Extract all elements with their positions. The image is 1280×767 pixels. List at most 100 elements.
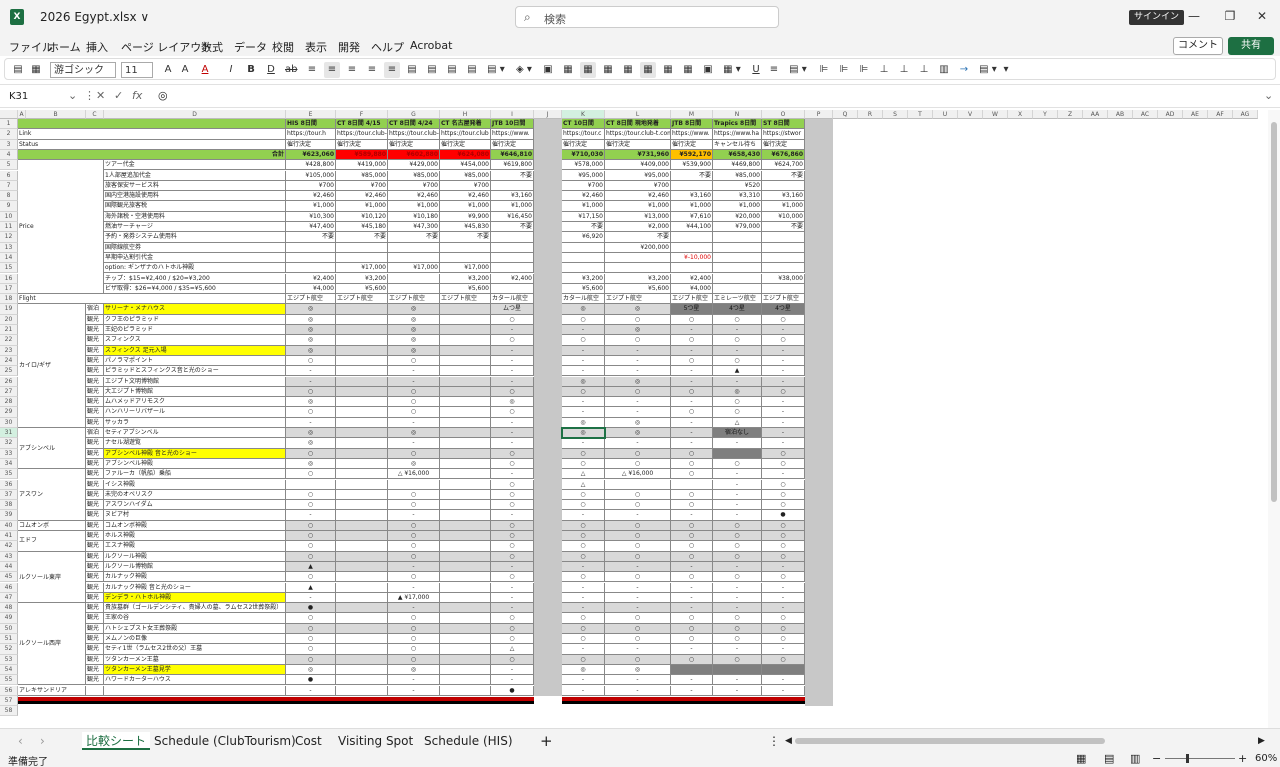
availability-cell[interactable]: 4つ星	[713, 304, 762, 315]
availability-cell[interactable]: ○	[762, 448, 805, 459]
availability-cell[interactable]: ◎	[605, 417, 671, 428]
availability-cell[interactable]: -	[762, 355, 805, 367]
scroll-left-icon[interactable]: ◀	[785, 732, 792, 750]
page-layout-view-icon[interactable]: ▤	[1104, 752, 1114, 765]
availability-cell[interactable]	[440, 438, 491, 449]
availability-cell[interactable]: -	[286, 366, 336, 377]
search-box[interactable]: ⌕ 検索	[515, 6, 779, 28]
zoom-out-icon[interactable]: −	[1152, 752, 1161, 765]
availability-cell[interactable]	[336, 479, 388, 490]
tab-cost[interactable]: Cost	[295, 732, 322, 750]
availability-cell[interactable]: -	[388, 603, 440, 614]
availability-cell[interactable]	[336, 675, 388, 686]
availability-cell[interactable]: -	[671, 603, 713, 614]
tour-link[interactable]: https://tour.h	[286, 129, 336, 140]
availability-cell[interactable]: ○	[491, 500, 534, 511]
availability-cell[interactable]: ○	[286, 572, 336, 583]
availability-cell[interactable]: ○	[605, 634, 671, 645]
availability-cell[interactable]: ○	[671, 386, 713, 398]
availability-cell[interactable]	[336, 417, 388, 428]
availability-cell[interactable]: ◎	[605, 664, 671, 676]
align-objects-middle-icon[interactable]: ⊥	[897, 62, 911, 78]
expand-formula-icon[interactable]: ⌄	[1264, 89, 1273, 102]
availability-cell[interactable]	[336, 314, 388, 325]
availability-cell[interactable]	[440, 634, 491, 645]
column-header[interactable]: X	[1008, 110, 1033, 119]
column-header[interactable]: G	[388, 110, 440, 119]
row-header[interactable]: 32	[0, 438, 18, 449]
availability-cell[interactable]: -	[562, 603, 605, 614]
column-header[interactable]: K	[562, 110, 605, 119]
column-header[interactable]: U	[933, 110, 958, 119]
availability-cell[interactable]: -	[491, 355, 534, 367]
comment-button[interactable]: コメント	[1173, 37, 1223, 55]
restore-button[interactable]: ❐	[1220, 9, 1240, 23]
availability-cell[interactable]: ○	[671, 489, 713, 501]
row-header[interactable]: 6	[0, 170, 18, 181]
availability-cell[interactable]: ○	[762, 541, 805, 552]
row-header[interactable]: 37	[0, 489, 18, 501]
availability-cell[interactable]: ○	[762, 634, 805, 645]
column-header[interactable]: T	[908, 110, 933, 119]
row-header[interactable]: 44	[0, 561, 18, 573]
availability-cell[interactable]: ○	[762, 458, 805, 470]
availability-cell[interactable]: ○	[671, 634, 713, 645]
availability-cell[interactable]: ○	[388, 407, 440, 418]
availability-cell[interactable]	[440, 685, 491, 696]
availability-cell[interactable]: -	[491, 675, 534, 686]
availability-cell[interactable]: ○	[671, 407, 713, 418]
availability-cell[interactable]: △ ¥16,000	[388, 469, 440, 480]
availability-cell[interactable]: ○	[491, 520, 534, 531]
availability-cell[interactable]	[671, 479, 713, 490]
availability-cell[interactable]: ○	[562, 458, 605, 470]
formula-input[interactable]: ◎	[158, 89, 168, 102]
availability-cell[interactable]: ○	[671, 623, 713, 634]
enter-icon[interactable]: ✓	[114, 89, 123, 102]
availability-cell[interactable]	[336, 551, 388, 562]
availability-cell[interactable]: ○	[713, 541, 762, 552]
share-button[interactable]: 共有	[1228, 37, 1274, 55]
availability-cell[interactable]: -	[491, 345, 534, 356]
availability-cell[interactable]	[336, 592, 388, 604]
availability-cell[interactable]: ○	[562, 314, 605, 325]
row-header[interactable]: 39	[0, 510, 18, 521]
availability-cell[interactable]: ●	[286, 675, 336, 686]
availability-cell[interactable]: ○	[388, 572, 440, 583]
availability-cell[interactable]: -	[713, 510, 762, 521]
row-header[interactable]: 51	[0, 634, 18, 645]
availability-cell[interactable]: -	[762, 345, 805, 356]
availability-cell[interactable]	[440, 397, 491, 408]
availability-cell[interactable]: ○	[562, 634, 605, 645]
availability-cell[interactable]: 宿泊なし	[713, 428, 762, 439]
availability-cell[interactable]: -	[388, 510, 440, 521]
availability-cell[interactable]	[336, 572, 388, 583]
availability-cell[interactable]	[440, 644, 491, 655]
availability-cell[interactable]: ○	[286, 448, 336, 459]
availability-cell[interactable]: ○	[286, 489, 336, 501]
row-header[interactable]: 36	[0, 479, 18, 490]
row-header[interactable]: 31	[0, 428, 18, 439]
row-header[interactable]: 9	[0, 201, 18, 212]
availability-cell[interactable]: -	[762, 644, 805, 655]
availability-cell[interactable]: -	[762, 582, 805, 593]
availability-cell[interactable]	[713, 448, 762, 459]
availability-cell[interactable]: ◎	[286, 428, 336, 439]
tour-link[interactable]: https://tour.club	[440, 129, 491, 140]
column-header[interactable]: AE	[1183, 110, 1208, 119]
availability-cell[interactable]: ◎	[388, 325, 440, 336]
availability-cell[interactable]: ○	[562, 448, 605, 459]
zoom-level[interactable]: 60%	[1255, 753, 1277, 764]
availability-cell[interactable]: ●	[762, 510, 805, 521]
row-header[interactable]: 23	[0, 345, 18, 356]
column-header[interactable]: N	[713, 110, 762, 119]
availability-cell[interactable]: ○	[491, 654, 534, 665]
availability-cell[interactable]: ◎	[286, 335, 336, 346]
merge-icon[interactable]: ▤	[425, 62, 439, 78]
sheet-format-icon[interactable]: ▤ ▾	[787, 62, 809, 78]
availability-cell[interactable]: ○	[388, 623, 440, 634]
availability-cell[interactable]: ◎	[605, 376, 671, 387]
availability-cell[interactable]: -	[671, 675, 713, 686]
availability-cell[interactable]: -	[713, 438, 762, 449]
menu-acrobat[interactable]: Acrobat	[410, 39, 452, 52]
availability-cell[interactable]: ムつ星	[491, 304, 534, 315]
